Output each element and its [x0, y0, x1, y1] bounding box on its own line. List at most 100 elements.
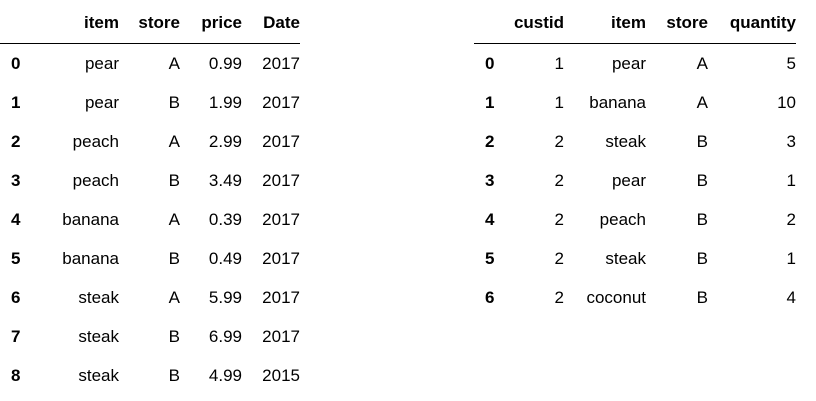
item-cell: pear — [84, 54, 119, 73]
store-cell: A — [168, 54, 180, 73]
row-index: 5 — [474, 239, 505, 278]
item-cell: steak — [78, 288, 119, 307]
price-cell: 3.49 — [180, 161, 242, 200]
table-row: 4 2 peach B 2 — [474, 200, 796, 239]
row-index: 7 — [0, 317, 31, 356]
date-cell: 2017 — [242, 83, 300, 122]
table-row: 0 1 pear A 5 — [474, 44, 796, 84]
date-cell: 2017 — [242, 239, 300, 278]
custid-cell: 1 — [554, 54, 564, 73]
date-cell: 2017 — [262, 288, 300, 307]
quantity-cell: 3 — [786, 132, 796, 151]
store-column-header: store — [646, 3, 708, 44]
table-row: 5 banana B 0.49 2017 — [0, 239, 300, 278]
table-row: 1 1 banana A 10 — [474, 83, 796, 122]
row-index: 6 — [11, 288, 21, 307]
price-cell: 4.99 — [208, 366, 242, 385]
item-cell: peach — [599, 210, 646, 229]
item-cell: steak — [31, 317, 119, 356]
custid-cell: 2 — [505, 239, 564, 278]
store-cell: B — [696, 132, 708, 151]
item-cell: banana — [31, 239, 119, 278]
table-row: 6 steak A 5.99 2017 — [0, 278, 300, 317]
date-cell: 2015 — [262, 366, 300, 385]
index-column-header — [474, 3, 505, 44]
custid-cell: 2 — [505, 161, 564, 200]
quantity-cell: 1 — [708, 161, 796, 200]
item-cell: pear — [611, 54, 646, 73]
item-cell: steak — [78, 366, 119, 385]
row-index: 0 — [11, 54, 21, 73]
quantity-cell: 10 — [708, 83, 796, 122]
store-column-header: store — [119, 3, 180, 44]
table-row: 6 2 coconut B 4 — [474, 278, 796, 317]
item-cell: pear — [31, 83, 119, 122]
price-cell: 0.39 — [208, 210, 242, 229]
row-index: 3 — [474, 161, 505, 200]
item-cell: banana — [564, 83, 646, 122]
row-index: 3 — [0, 161, 31, 200]
custid-cell: 2 — [554, 288, 564, 307]
custid-cell: 2 — [554, 210, 564, 229]
quantity-cell: 5 — [786, 54, 796, 73]
store-cell: A — [168, 288, 180, 307]
row-index: 5 — [0, 239, 31, 278]
item-cell: steak — [564, 239, 646, 278]
custid-cell: 2 — [554, 132, 564, 151]
table-row: 8 steak B 4.99 2015 — [0, 356, 300, 395]
item-cell: pear — [564, 161, 646, 200]
price-column-header: price — [180, 3, 242, 44]
date-cell: 2017 — [262, 210, 300, 229]
table-header-row: custid item store quantity — [474, 3, 796, 44]
date-column-header: Date — [242, 3, 300, 44]
item-cell: steak — [605, 132, 646, 151]
row-index: 6 — [485, 288, 495, 307]
row-index: 2 — [11, 132, 21, 151]
table-header-row: item store price Date — [0, 3, 300, 44]
price-cell: 2.99 — [208, 132, 242, 151]
item-column-header: item — [31, 3, 119, 44]
row-index: 4 — [11, 210, 21, 229]
quantity-cell: 2 — [786, 210, 796, 229]
date-cell: 2017 — [262, 54, 300, 73]
table-row: 7 steak B 6.99 2017 — [0, 317, 300, 356]
item-cell: coconut — [586, 288, 646, 307]
item-cell: peach — [31, 161, 119, 200]
table-row: 3 peach B 3.49 2017 — [0, 161, 300, 200]
store-cell: A — [168, 132, 180, 151]
item-cell: banana — [62, 210, 119, 229]
item-column-header: item — [564, 3, 646, 44]
store-cell: A — [646, 83, 708, 122]
store-cell: A — [696, 54, 708, 73]
table-row: 4 banana A 0.39 2017 — [0, 200, 300, 239]
store-cell: B — [119, 83, 180, 122]
custid-cell: 1 — [505, 83, 564, 122]
table-row: 5 2 steak B 1 — [474, 239, 796, 278]
store-cell: B — [168, 366, 180, 385]
price-cell: 5.99 — [208, 288, 242, 307]
orders-dataframe-table: custid item store quantity 0 1 pear A 5 … — [474, 3, 796, 317]
quantity-cell: 1 — [708, 239, 796, 278]
row-index: 1 — [474, 83, 505, 122]
row-index: 2 — [485, 132, 495, 151]
quantity-cell: 4 — [786, 288, 796, 307]
row-index: 0 — [485, 54, 495, 73]
date-cell: 2017 — [242, 161, 300, 200]
price-cell: 6.99 — [180, 317, 242, 356]
price-cell: 0.99 — [208, 54, 242, 73]
row-index: 8 — [11, 366, 21, 385]
date-cell: 2017 — [262, 132, 300, 151]
store-cell: A — [168, 210, 180, 229]
table-row: 2 2 steak B 3 — [474, 122, 796, 161]
store-cell: B — [119, 161, 180, 200]
item-cell: peach — [72, 132, 119, 151]
custid-column-header: custid — [505, 3, 564, 44]
store-cell: B — [696, 288, 708, 307]
prices-dataframe-table: item store price Date 0 pear A 0.99 2017… — [0, 3, 300, 395]
table-row: 3 2 pear B 1 — [474, 161, 796, 200]
store-cell: B — [119, 239, 180, 278]
index-column-header — [0, 3, 31, 44]
row-index: 1 — [0, 83, 31, 122]
quantity-column-header: quantity — [708, 3, 796, 44]
table-row: 2 peach A 2.99 2017 — [0, 122, 300, 161]
